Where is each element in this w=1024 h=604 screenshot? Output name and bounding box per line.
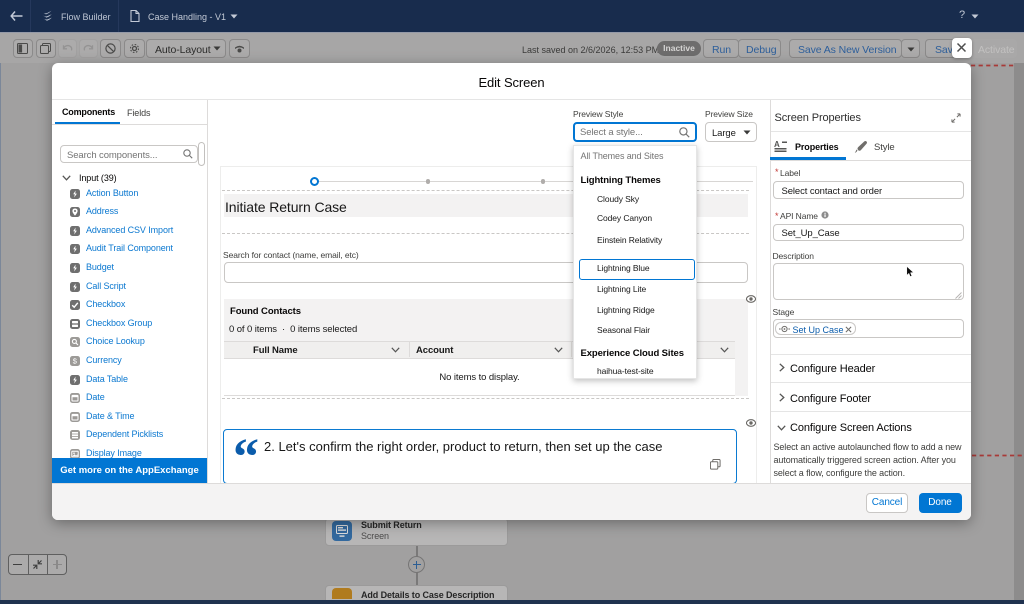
svg-text:$: $	[73, 356, 78, 365]
svg-text:A: A	[774, 140, 780, 149]
